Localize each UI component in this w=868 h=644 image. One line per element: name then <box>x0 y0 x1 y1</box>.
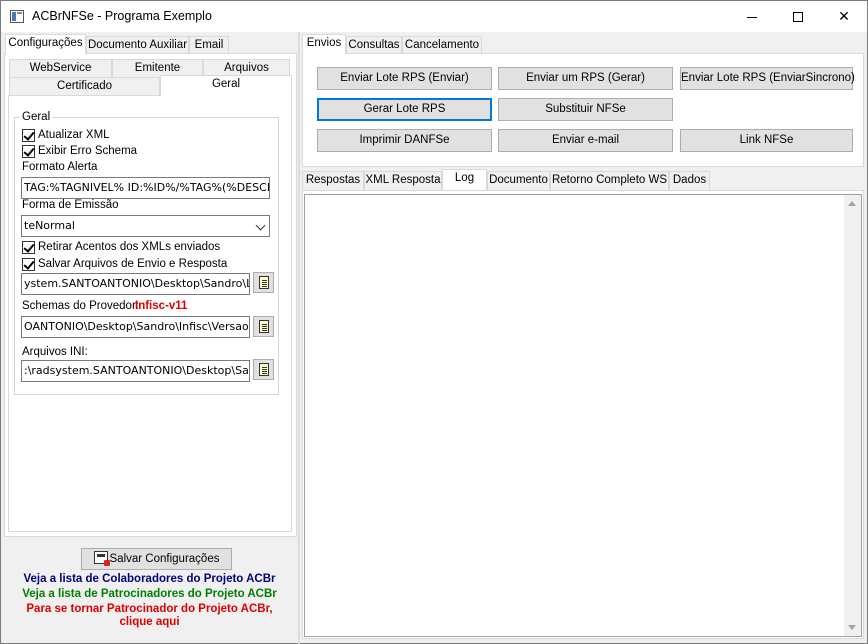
browse-schemas-button[interactable] <box>253 316 274 337</box>
splitter[interactable] <box>298 32 300 644</box>
folder-open-icon <box>259 320 269 333</box>
imprimir-danfse-button[interactable]: Imprimir DANFSe <box>317 129 492 152</box>
tab-respostas[interactable]: Respostas <box>302 171 364 190</box>
save-icon <box>93 551 110 566</box>
retirar-acentos-checkbox[interactable] <box>22 241 35 254</box>
link-colaboradores[interactable]: Veja a lista de Colaboradores do Projeto… <box>1 573 298 585</box>
close-button[interactable]: ✕ <box>821 1 867 32</box>
minimize-icon <box>747 16 757 18</box>
formato-alerta-field[interactable]: TAG:%TAGNIVEL% ID:%ID%/%TAG%(%DESCRI <box>21 177 270 199</box>
forma-emissao-select[interactable]: teNormal <box>21 215 270 237</box>
scroll-down-icon[interactable] <box>848 625 856 630</box>
exibir-erro-schema-checkbox[interactable] <box>22 145 35 158</box>
scroll-up-icon[interactable] <box>848 201 856 206</box>
atualizar-xml-checkbox[interactable] <box>22 129 35 142</box>
link-tornar-patrocinador[interactable]: Para se tornar Patrocinador do Projeto A… <box>1 603 298 615</box>
geral-group-title: Geral <box>20 111 53 123</box>
browse-ini-button[interactable] <box>253 359 274 380</box>
arquivos-ini-label: Arquivos INI: <box>22 346 88 358</box>
tab-geral[interactable]: Geral <box>160 75 292 96</box>
tab-certificado[interactable]: Certificado <box>9 77 160 96</box>
tab-webservice[interactable]: WebService <box>9 59 112 78</box>
tab-configuracoes[interactable]: Configurações <box>5 34 86 55</box>
maximize-button[interactable] <box>775 1 821 32</box>
close-icon: ✕ <box>838 8 850 24</box>
tab-documento[interactable]: Documento <box>487 171 550 190</box>
schemas-provider-value: Infisc-v11 <box>135 300 188 312</box>
tab-log[interactable]: Log <box>442 169 487 190</box>
title-bar: ACBrNFSe - Programa Exemplo ✕ <box>1 1 867 32</box>
atualizar-xml-label: Atualizar XML <box>38 129 110 141</box>
retirar-acentos-label: Retirar Acentos dos XMLs enviados <box>38 241 221 253</box>
log-scrollbar[interactable] <box>844 195 861 636</box>
link-clique-aqui[interactable]: clique aqui <box>1 616 298 628</box>
forma-emissao-label: Forma de Emissão <box>22 199 119 211</box>
window-title: ACBrNFSe - Programa Exemplo <box>32 9 212 23</box>
app-icon <box>10 10 24 23</box>
main-window: ACBrNFSe - Programa Exemplo ✕ Configuraç… <box>0 0 868 644</box>
tab-envios[interactable]: Envios <box>302 34 346 55</box>
exibir-erro-schema-label: Exibir Erro Schema <box>38 145 138 157</box>
link-patrocinadores[interactable]: Veja a lista de Patrocinadores do Projet… <box>1 588 298 600</box>
enviar-um-rps-button[interactable]: Enviar um RPS (Gerar) <box>498 67 673 90</box>
tab-dados[interactable]: Dados <box>669 171 710 190</box>
formato-alerta-label: Formato Alerta <box>22 161 98 173</box>
schemas-label: Schemas do Provedor: <box>22 300 139 312</box>
minimize-button[interactable] <box>729 1 775 32</box>
enviar-lote-sincrono-button[interactable]: Enviar Lote RPS (EnviarSincrono) <box>680 67 855 90</box>
forma-emissao-value: teNormal <box>24 219 75 232</box>
maximize-icon <box>793 12 803 23</box>
substituir-nfse-button[interactable]: Substituir NFSe <box>498 98 673 121</box>
salvar-arquivos-label: Salvar Arquivos de Envio e Resposta <box>38 258 228 270</box>
arquivos-ini-path-field[interactable]: :\radsystem.SANTOANTONIO\Desktop\Sandro <box>21 360 250 382</box>
gerar-lote-rps-button[interactable]: Gerar Lote RPS <box>317 98 492 121</box>
enviar-lote-rps-button[interactable]: Enviar Lote RPS (Enviar) <box>317 67 492 90</box>
folder-open-icon <box>259 276 269 289</box>
logs-path-field[interactable]: ystem.SANTOANTONIO\Desktop\Sandro\Logs <box>21 273 250 295</box>
folder-open-icon <box>259 363 269 376</box>
salvar-arquivos-checkbox[interactable] <box>22 258 35 271</box>
enviar-email-button[interactable]: Enviar e-mail <box>498 129 673 152</box>
browse-logs-button[interactable] <box>253 272 274 293</box>
tab-retorno-completo-ws[interactable]: Retorno Completo WS <box>550 171 669 190</box>
tab-xml-resposta[interactable]: XML Resposta <box>364 171 442 190</box>
link-nfse-button[interactable]: Link NFSe <box>680 129 853 152</box>
schemas-path-field[interactable]: OANTONIO\Desktop\Sandro\Infisc\Versao-1.… <box>21 316 250 338</box>
chevron-down-icon <box>255 220 266 231</box>
save-config-label: Salvar Configurações <box>109 553 220 565</box>
log-textarea[interactable] <box>304 194 862 637</box>
save-config-button[interactable]: Salvar Configurações <box>81 548 232 570</box>
